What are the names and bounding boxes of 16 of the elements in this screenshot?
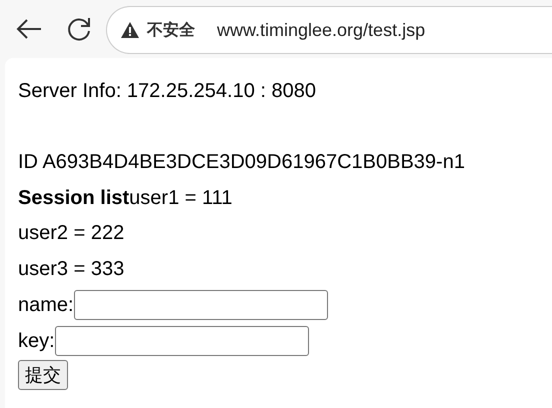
- reload-icon[interactable]: [66, 16, 92, 42]
- security-label: 不安全: [147, 20, 195, 40]
- address-bar[interactable]: 不安全 www.timinglee.org/test.jsp: [106, 6, 552, 54]
- session-line: Session listuser1 = 111: [18, 186, 234, 210]
- field-label: key:: [18, 330, 55, 352]
- back-icon[interactable]: [16, 19, 42, 39]
- submit-button[interactable]: 提交: [18, 360, 68, 390]
- input-field[interactable]: [74, 290, 328, 320]
- session-line: user2 = 222: [18, 221, 126, 246]
- session-line: user3 = 333: [18, 256, 126, 282]
- session-id: ID A693B4D4BE3DCE3D09D61967C1B0BB39-n1: [18, 150, 466, 175]
- server-info: Server Info: 172.25.254.10 : 8080: [18, 79, 317, 104]
- warning-icon: [121, 22, 139, 38]
- field-label: name:: [18, 294, 74, 316]
- url-text: www.timinglee.org/test.jsp: [217, 20, 426, 40]
- input-field[interactable]: [54, 326, 309, 356]
